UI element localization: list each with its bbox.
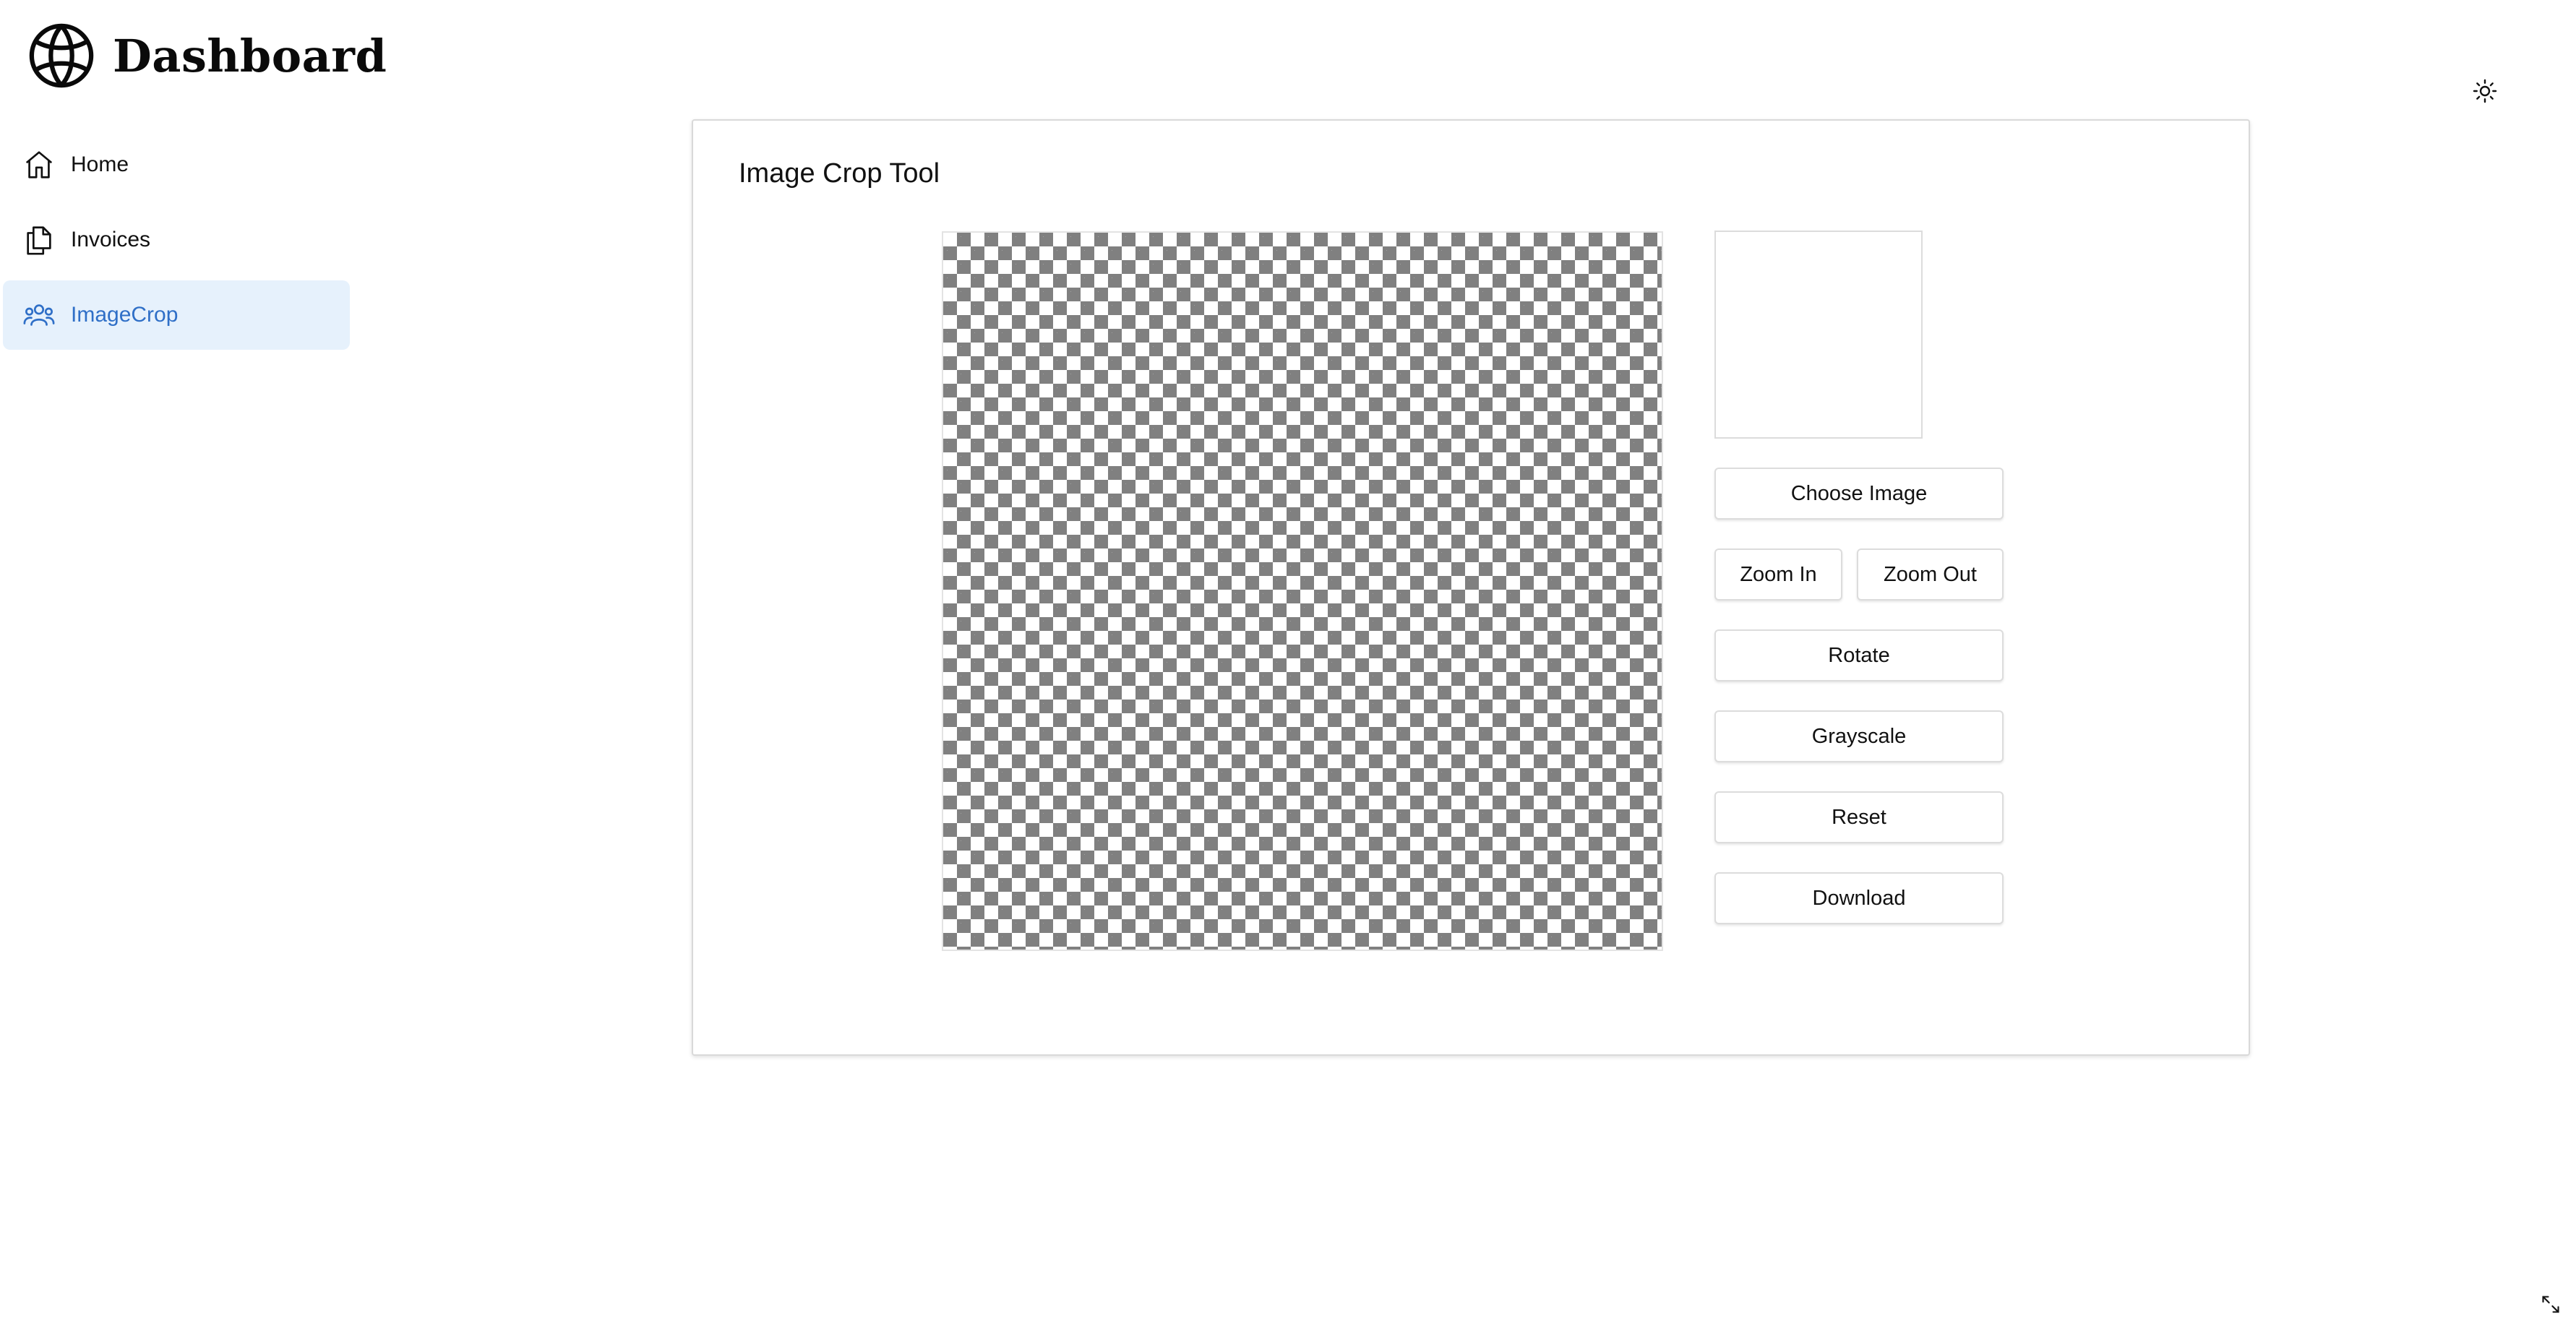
rotate-button[interactable]: Rotate: [1714, 629, 2004, 681]
page-title: Image Crop Tool: [739, 158, 940, 189]
brand[interactable]: Dashboard: [27, 22, 387, 90]
sun-icon: [2472, 78, 2498, 108]
documents-icon: [22, 223, 56, 257]
sidebar-item-invoices[interactable]: Invoices: [3, 205, 350, 275]
sidebar-item-home[interactable]: Home: [3, 130, 350, 199]
reset-button[interactable]: Reset: [1714, 791, 2004, 843]
choose-image-button[interactable]: Choose Image: [1714, 468, 2004, 520]
expand-icon[interactable]: [2540, 1294, 2562, 1315]
users-icon: [22, 298, 56, 332]
sidebar-item-label: Home: [71, 152, 129, 176]
crop-canvas[interactable]: [942, 231, 1663, 951]
sidebar: Home Invoices ImageCrop: [3, 130, 350, 356]
zoom-out-button[interactable]: Zoom Out: [1857, 548, 2004, 601]
sidebar-item-label: ImageCrop: [71, 303, 179, 327]
globe-icon: [27, 22, 95, 90]
sidebar-item-label: Invoices: [71, 228, 151, 251]
home-icon: [22, 147, 56, 182]
download-button[interactable]: Download: [1714, 872, 2004, 924]
zoom-in-button[interactable]: Zoom In: [1714, 548, 1842, 601]
app-title: Dashboard: [113, 29, 387, 82]
crop-preview: [1714, 231, 1923, 439]
theme-toggle-button[interactable]: [2469, 77, 2501, 108]
grayscale-button[interactable]: Grayscale: [1714, 710, 2004, 762]
sidebar-item-imagecrop[interactable]: ImageCrop: [3, 280, 350, 350]
image-crop-card: Image Crop Tool Choose Image Zoom In Zoo…: [692, 119, 2250, 1056]
